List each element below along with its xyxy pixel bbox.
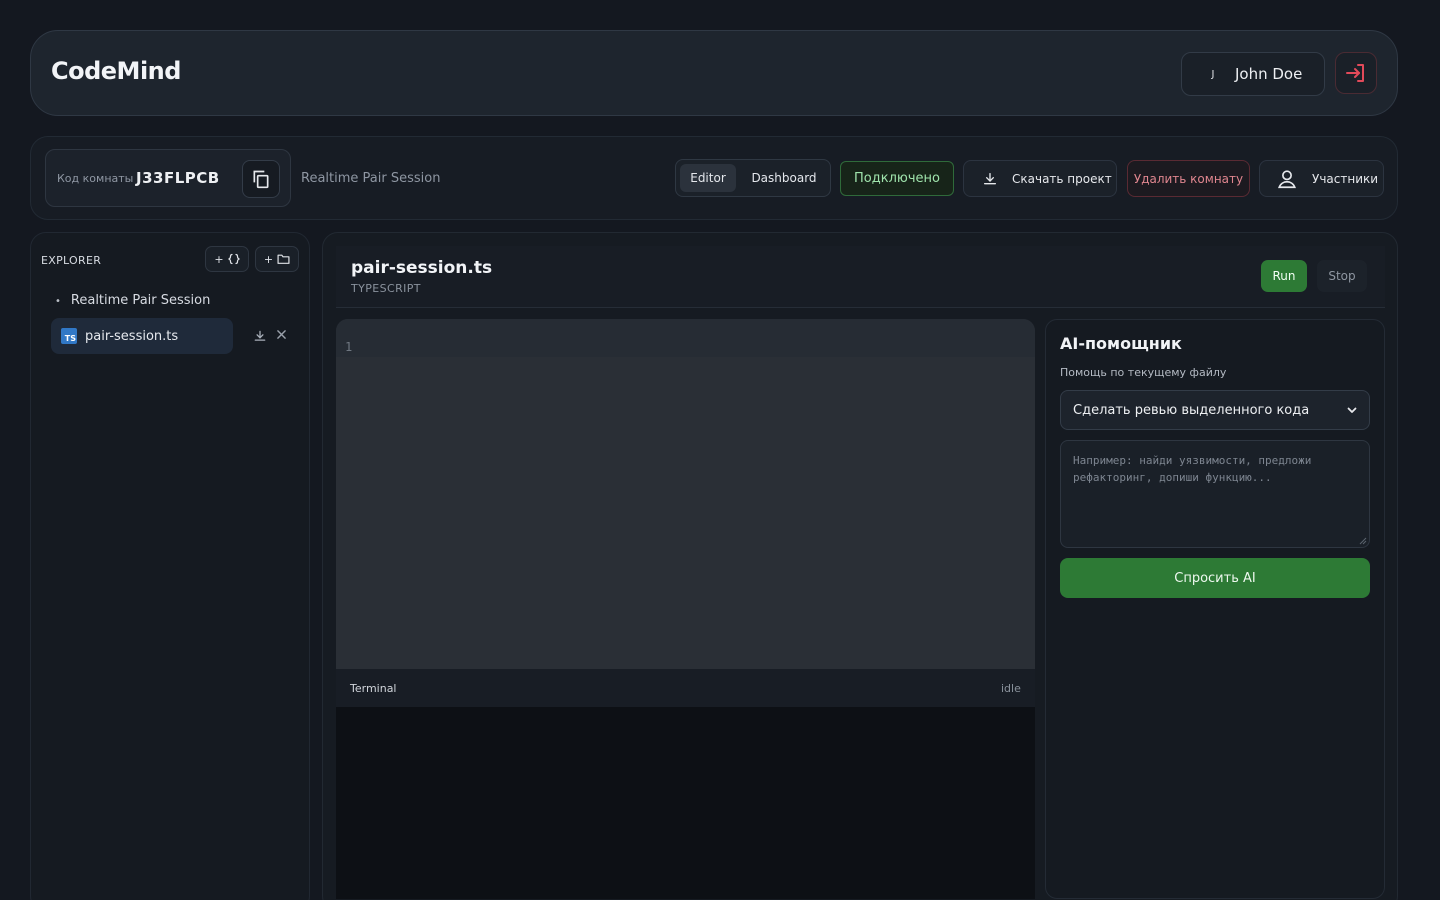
user-avatar: J (1211, 68, 1215, 80)
terminal-status: idle (1001, 682, 1021, 695)
typescript-file-icon: TS (61, 328, 77, 344)
terminal-output[interactable] (336, 707, 1035, 899)
tab-dashboard[interactable]: Dashboard (742, 164, 826, 192)
participants-label: Участники (1312, 171, 1379, 186)
ask-ai-button[interactable]: Спросить AI (1060, 558, 1370, 598)
add-folder-button[interactable]: + (255, 246, 299, 272)
download-icon (982, 171, 998, 187)
terminal-title: Terminal (350, 682, 397, 695)
download-icon (254, 330, 266, 341)
add-file-button[interactable]: + (205, 246, 249, 272)
folder-icon (277, 254, 290, 264)
project-name: Realtime Pair Session (70, 293, 211, 308)
add-folder-plus: + (263, 252, 274, 266)
terminal-header: Terminal idle (336, 669, 1035, 707)
room-code: J33FLPCB (136, 169, 220, 187)
close-file-button[interactable] (277, 328, 286, 342)
participants-button[interactable]: Участники (1259, 160, 1384, 197)
ai-assistant-panel: AI-помощник Помощь по текущему файлу Сде… (1045, 319, 1385, 899)
delete-room-button[interactable]: Удалить комнату (1127, 160, 1250, 197)
editor-header: pair-session.ts TYPESCRIPT Run Stop (336, 246, 1385, 308)
logout-button[interactable] (1335, 52, 1377, 94)
tab-editor[interactable]: Editor (680, 164, 736, 192)
file-item-pair-session[interactable]: TS pair-session.ts (51, 318, 233, 354)
download-project-button[interactable]: Скачать проект (963, 160, 1117, 197)
user-menu-button[interactable]: J John Doe (1181, 52, 1325, 96)
view-switcher: Editor Dashboard (675, 159, 831, 197)
run-button[interactable]: Run (1261, 260, 1307, 292)
session-title: Realtime Pair Session (301, 171, 441, 186)
app-logo: CodeMind (51, 57, 181, 85)
copy-room-code-button[interactable] (242, 160, 280, 198)
close-icon (277, 330, 286, 339)
code-braces-icon (227, 253, 240, 265)
download-project-label: Скачать проект (1012, 171, 1112, 186)
current-file-name: pair-session.ts (351, 258, 493, 278)
room-code-label: Код комнаты (57, 172, 134, 185)
line-number: 1 (345, 340, 353, 354)
bullet-icon: • (55, 296, 61, 307)
ai-action-select[interactable]: Сделать ревью выделенного кода (1060, 390, 1370, 430)
file-explorer: EXPLORER + + • Realtime Pair Session TS p… (30, 232, 310, 900)
copy-icon (253, 170, 269, 189)
ai-prompt-placeholder: Например: найди уязвимости, предложи реф… (1073, 454, 1312, 484)
ai-subtitle: Помощь по текущему файлу (1060, 366, 1227, 379)
ai-prompt-input[interactable]: Например: найди уязвимости, предложи реф… (1060, 440, 1370, 548)
active-line-highlight (336, 319, 1035, 357)
file-language: TYPESCRIPT (351, 282, 421, 295)
stop-button[interactable]: Stop (1317, 260, 1367, 292)
connection-status-badge: Подключено (840, 161, 954, 196)
main-workspace: pair-session.ts TYPESCRIPT Run Stop 1 Te… (322, 232, 1398, 900)
explorer-title: EXPLORER (41, 254, 102, 267)
ai-action-value: Сделать ревью выделенного кода (1073, 402, 1310, 418)
chevron-down-icon (1347, 407, 1357, 413)
code-editor[interactable]: 1 Terminal idle (336, 319, 1035, 899)
room-code-box: Код комнаты J33FLPCB (45, 149, 291, 207)
download-file-button[interactable] (253, 329, 267, 343)
resize-handle-icon[interactable] (1359, 537, 1367, 545)
room-toolbar: Код комнаты J33FLPCB Realtime Pair Sessi… (30, 136, 1398, 220)
user-name: John Doe (1235, 65, 1303, 83)
project-tree-item[interactable]: • Realtime Pair Session (55, 293, 210, 308)
file-name: pair-session.ts (85, 328, 179, 344)
app-header: CodeMind J John Doe (30, 30, 1398, 116)
logout-icon (1346, 64, 1364, 82)
user-icon (1276, 168, 1298, 190)
add-file-plus: + (214, 252, 224, 266)
ai-title: AI-помощник (1060, 334, 1182, 353)
